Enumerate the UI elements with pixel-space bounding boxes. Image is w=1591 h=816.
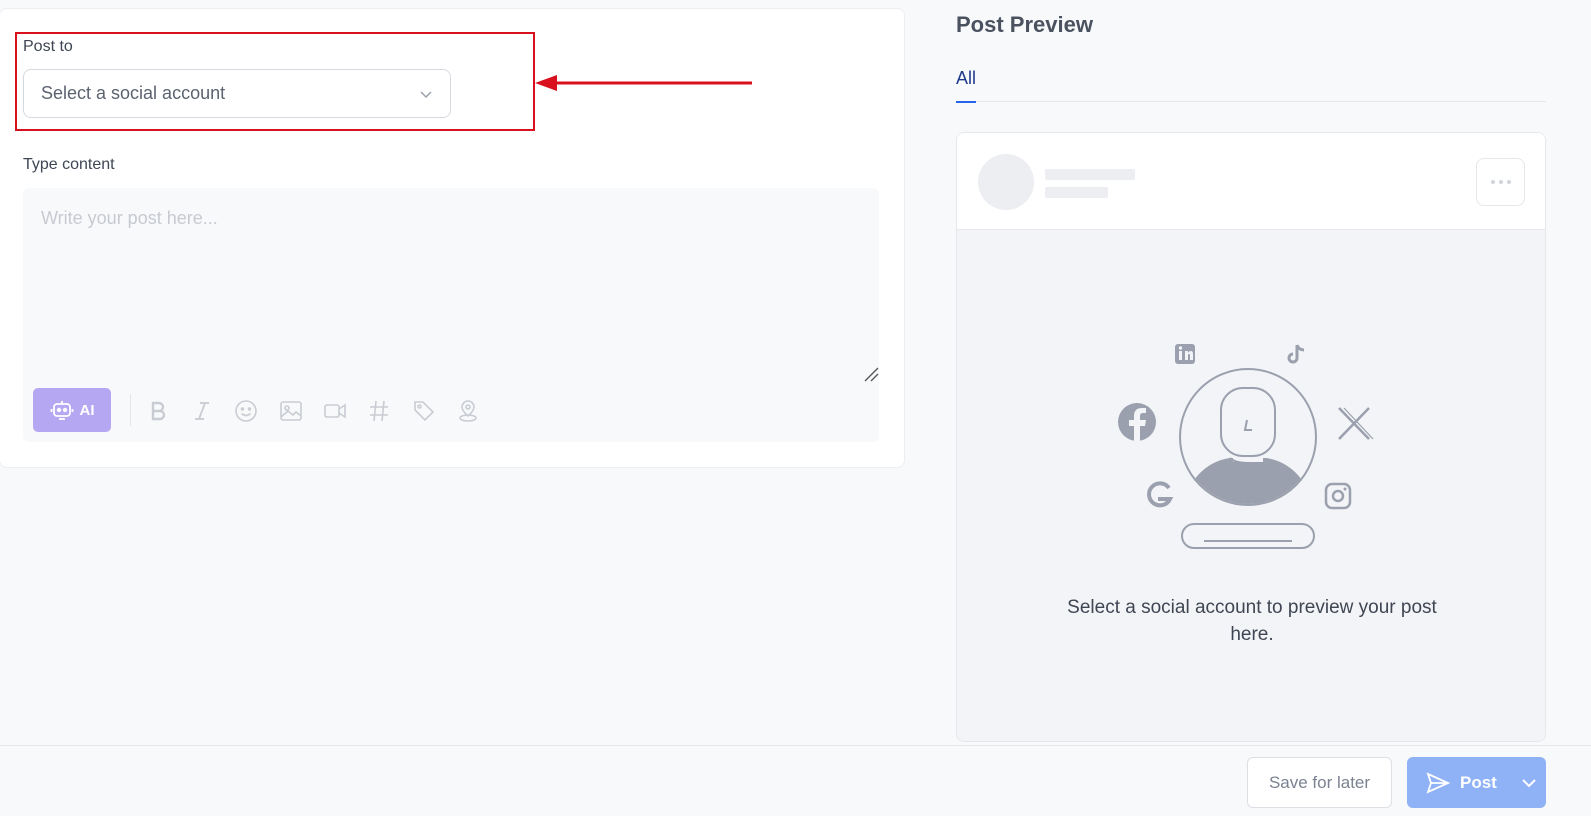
skeleton-line — [1045, 169, 1135, 180]
post-button[interactable]: Post — [1407, 757, 1546, 808]
emoji-icon — [235, 400, 257, 422]
type-content-label: Type content — [23, 156, 115, 173]
toolbar-divider — [130, 394, 131, 426]
preview-card: Select a social account to preview your … — [956, 132, 1546, 742]
video-icon — [324, 403, 346, 419]
skeleton-avatar — [978, 154, 1034, 210]
resize-grip-icon[interactable] — [863, 366, 879, 382]
image-button[interactable] — [278, 398, 304, 424]
bold-button[interactable] — [145, 398, 171, 424]
italic-icon — [195, 402, 209, 420]
chevron-down-icon — [420, 90, 432, 98]
tab-all[interactable]: All — [956, 66, 977, 103]
more-options-button[interactable] — [1476, 158, 1525, 206]
name-plate — [1181, 523, 1315, 549]
bold-icon — [151, 401, 166, 421]
tag-icon — [414, 401, 435, 422]
avatar-placeholder — [1179, 368, 1317, 506]
video-button[interactable] — [322, 398, 348, 424]
hashtag-button[interactable] — [366, 398, 392, 424]
tag-button[interactable] — [411, 398, 437, 424]
instagram-icon — [1324, 482, 1352, 510]
post-to-label: Post to — [23, 38, 73, 55]
preview-empty-message: Select a social account to preview your … — [1067, 597, 1437, 645]
image-icon — [280, 401, 302, 421]
post-preview-title: Post Preview — [956, 12, 1093, 37]
send-icon — [1426, 771, 1450, 794]
robot-icon — [50, 401, 73, 420]
italic-button[interactable] — [189, 398, 215, 424]
post-editor: AI — [23, 188, 879, 442]
ai-assistant-button[interactable]: AI — [33, 388, 111, 432]
more-horizontal-icon — [1490, 180, 1511, 184]
linkedin-icon — [1175, 344, 1195, 364]
post-button-label: Post — [1460, 772, 1497, 792]
ai-button-label: AI — [79, 401, 95, 419]
google-icon — [1147, 481, 1174, 508]
x-icon — [1338, 407, 1374, 440]
preview-tabs: All — [956, 66, 1546, 103]
social-account-select-value: Select a social account — [41, 83, 226, 103]
chevron-down-icon[interactable] — [1521, 775, 1537, 791]
location-button[interactable] — [455, 398, 481, 424]
preview-card-body: Select a social account to preview your … — [957, 230, 1545, 741]
facebook-icon — [1118, 403, 1156, 441]
emoji-button[interactable] — [233, 398, 259, 424]
hashtag-icon — [370, 400, 388, 422]
empty-preview-illustration — [1118, 344, 1374, 549]
post-content-textarea[interactable] — [23, 188, 879, 378]
annotation-arrow — [535, 75, 752, 91]
location-icon — [459, 400, 477, 422]
social-account-select[interactable]: Select a social account — [23, 69, 451, 118]
save-for-later-button[interactable]: Save for later — [1247, 757, 1392, 808]
tiktok-icon — [1287, 344, 1305, 364]
skeleton-line — [1045, 187, 1108, 198]
preview-card-header — [957, 133, 1545, 230]
